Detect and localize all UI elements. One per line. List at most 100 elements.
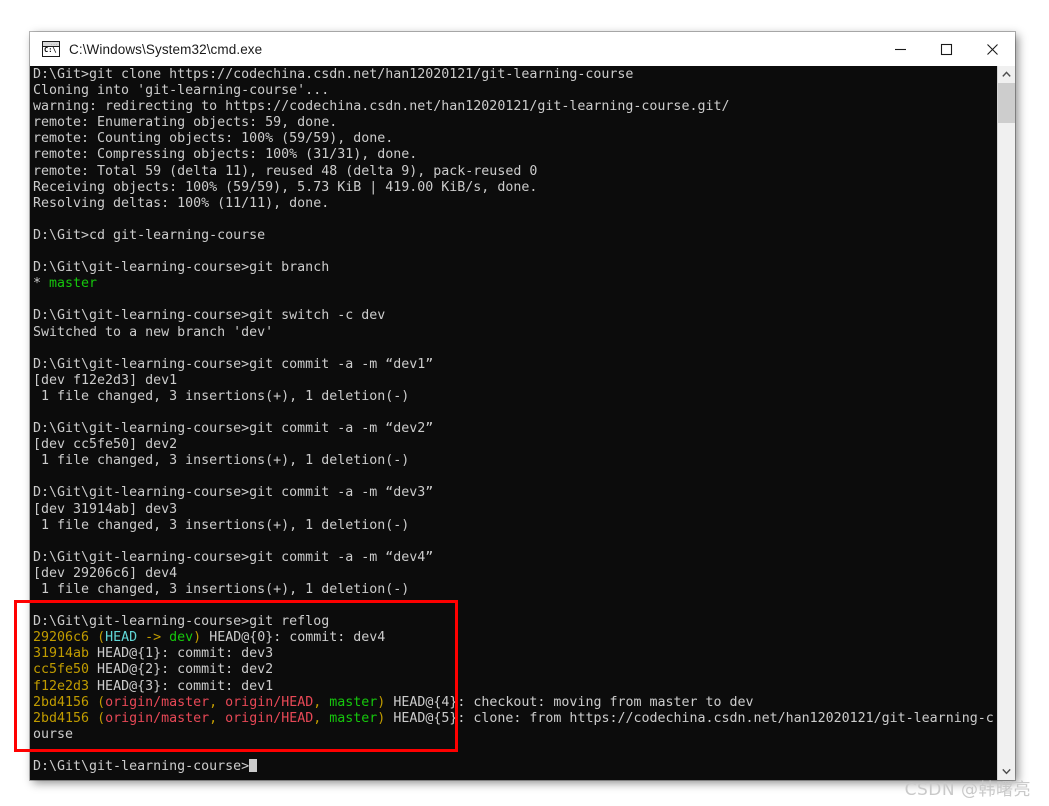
terminal-line: [dev cc5fe50] dev2 bbox=[33, 437, 993, 453]
terminal-line: remote: Compressing objects: 100% (31/31… bbox=[33, 147, 993, 163]
terminal-line: Receiving objects: 100% (59/59), 5.73 Ki… bbox=[33, 180, 993, 196]
terminal-text-segment: D:\Git\git-learning-course>git commit -a… bbox=[33, 421, 434, 437]
terminal-text-segment: , bbox=[209, 710, 226, 726]
minimize-button[interactable] bbox=[877, 32, 923, 66]
terminal-text-segment: D:\Git\git-learning-course>git commit -a… bbox=[33, 549, 434, 565]
console-output-area[interactable]: D:\Git>git clone https://codechina.csdn.… bbox=[30, 66, 1015, 780]
terminal-text-segment: -> bbox=[137, 630, 170, 646]
terminal-line: 2bd4156 (origin/master, origin/HEAD, mas… bbox=[33, 695, 993, 711]
terminal-line: Switched to a new branch 'dev' bbox=[33, 325, 993, 341]
maximize-button[interactable] bbox=[923, 32, 969, 66]
terminal-text-segment: 31914ab bbox=[33, 646, 90, 662]
terminal-text-segment: remote: Counting objects: 100% (59/59), … bbox=[33, 131, 394, 147]
terminal-line: f12e2d3 HEAD@{3}: commit: dev1 bbox=[33, 679, 993, 695]
terminal-text-segment: f12e2d3 bbox=[33, 678, 90, 694]
terminal-line: D:\Git\git-learning-course>git commit -a… bbox=[33, 485, 993, 501]
terminal-text-segment: D:\Git\git-learning-course> bbox=[33, 759, 250, 775]
terminal-text-segment: , bbox=[313, 694, 330, 710]
terminal-text: D:\Git>git clone https://codechina.csdn.… bbox=[33, 66, 994, 775]
cmd-console-icon: ··· C:\ bbox=[42, 41, 60, 57]
terminal-line: * master bbox=[33, 276, 993, 292]
terminal-text-segment: 1 file changed, 3 insertions(+), 1 delet… bbox=[33, 453, 410, 469]
terminal-text-segment: Resolving deltas: 100% (11/11), done. bbox=[33, 195, 330, 211]
terminal-text-segment: [dev 31914ab] dev3 bbox=[33, 501, 178, 517]
terminal-line: 2bd4156 (origin/master, origin/HEAD, mas… bbox=[33, 710, 994, 727]
terminal-text-segment: 29206c6 bbox=[33, 630, 90, 646]
terminal-line: Cloning into 'git-learning-course'... bbox=[33, 83, 993, 99]
terminal-text-segment: master bbox=[329, 694, 378, 710]
terminal-text-segment: [dev 29206c6] dev4 bbox=[33, 565, 178, 581]
scroll-up-arrow-icon[interactable] bbox=[998, 66, 1015, 83]
terminal-text-segment: origin/HEAD bbox=[225, 710, 314, 726]
terminal-text-segment: [dev f12e2d3] dev1 bbox=[33, 372, 178, 388]
scrollbar-track[interactable] bbox=[998, 123, 1015, 763]
terminal-text-segment: 2bd4156 bbox=[33, 710, 90, 726]
close-button[interactable] bbox=[969, 32, 1015, 66]
terminal-text-segment: * bbox=[33, 276, 50, 292]
terminal-text-segment: 1 file changed, 3 insertions(+), 1 delet… bbox=[33, 582, 410, 597]
terminal-text-segment: master bbox=[49, 276, 98, 292]
terminal-text-segment: D:\Git\git-learning-course>git switch -c… bbox=[33, 308, 386, 324]
csdn-watermark: CSDN @韩曙亮 bbox=[904, 780, 1031, 800]
terminal-text-segment: 2bd4156 bbox=[33, 694, 90, 710]
icon-prompt-text: C:\ bbox=[44, 46, 57, 54]
terminal-line: 1 file changed, 3 insertions(+), 1 delet… bbox=[33, 453, 993, 469]
terminal-line: D:\Git>cd git-learning-course bbox=[33, 228, 993, 244]
terminal-text-segment: dev bbox=[169, 630, 194, 646]
scrollbar-thumb[interactable] bbox=[998, 83, 1015, 123]
terminal-text-segment: cc5fe50 bbox=[33, 662, 90, 678]
terminal-line: [dev 31914ab] dev3 bbox=[33, 502, 993, 518]
vertical-scrollbar[interactable] bbox=[997, 66, 1015, 780]
terminal-text-segment: origin/HEAD bbox=[225, 694, 314, 710]
terminal-text-segment: , bbox=[209, 694, 226, 710]
terminal-line: 1 file changed, 3 insertions(+), 1 delet… bbox=[33, 582, 993, 598]
terminal-text-segment: D:\Git\git-learning-course>git reflog bbox=[33, 614, 330, 630]
page-background: ··· C:\ C:\Windows\System32\cmd.exe D:\G… bbox=[0, 0, 1049, 806]
terminal-text-segment: 1 file changed, 3 insertions(+), 1 delet… bbox=[33, 388, 410, 404]
terminal-line: [dev 29206c6] dev4 bbox=[33, 566, 993, 582]
terminal-text-segment: [dev cc5fe50] dev2 bbox=[33, 437, 178, 453]
terminal-text-segment: D:\Git\git-learning-course>git branch bbox=[33, 260, 330, 276]
terminal-line: 1 file changed, 3 insertions(+), 1 delet… bbox=[33, 389, 993, 405]
terminal-text-segment: master bbox=[329, 710, 378, 726]
terminal-line: D:\Git\git-learning-course>git reflog bbox=[33, 614, 993, 630]
terminal-line: D:\Git\git-learning-course>git commit -a… bbox=[33, 357, 993, 373]
terminal-text-segment: HEAD@{1}: commit: dev3 bbox=[89, 646, 274, 662]
terminal-text-segment: HEAD@{4}: checkout: moving from master t… bbox=[385, 694, 754, 710]
terminal-text-segment: HEAD@{0}: commit: dev4 bbox=[201, 630, 386, 646]
terminal-text-segment: HEAD@{3}: commit: dev1 bbox=[89, 678, 274, 694]
terminal-line: ourse bbox=[33, 727, 993, 743]
terminal-text-segment: D:\Git\git-learning-course>git commit -a… bbox=[33, 485, 434, 501]
terminal-text-segment: origin/master bbox=[105, 710, 210, 726]
terminal-text-segment: Receiving objects: 100% (59/59), 5.73 Ki… bbox=[33, 179, 538, 195]
terminal-text-segment: remote: Compressing objects: 100% (31/31… bbox=[33, 147, 418, 163]
terminal-line: D:\Git\git-learning-course>git switch -c… bbox=[33, 308, 993, 324]
terminal-line: D:\Git\git-learning-course>git branch bbox=[33, 260, 993, 276]
terminal-line: [dev f12e2d3] dev1 bbox=[33, 373, 993, 389]
window-title-text: C:\Windows\System32\cmd.exe bbox=[69, 41, 263, 57]
window-title-bar[interactable]: ··· C:\ C:\Windows\System32\cmd.exe bbox=[30, 32, 1015, 67]
terminal-line: Resolving deltas: 100% (11/11), done. bbox=[33, 196, 993, 212]
terminal-text-segment: warning: redirecting to https://codechin… bbox=[33, 99, 730, 115]
terminal-text-segment: ) bbox=[193, 630, 202, 646]
terminal-line: D:\Git\git-learning-course> bbox=[33, 759, 993, 775]
terminal-text-segment: ( bbox=[97, 630, 106, 646]
terminal-text-segment: D:\Git\git-learning-course>git commit -a… bbox=[33, 356, 434, 372]
terminal-line: 1 file changed, 3 insertions(+), 1 delet… bbox=[33, 518, 993, 534]
terminal-text-segment: Cloning into 'git-learning-course'... bbox=[33, 83, 330, 99]
terminal-line: remote: Total 59 (delta 11), reused 48 (… bbox=[33, 164, 993, 180]
terminal-text-segment: D:\Git>git clone https://codechina.csdn.… bbox=[33, 67, 634, 82]
terminal-line: cc5fe50 HEAD@{2}: commit: dev2 bbox=[33, 662, 993, 678]
terminal-line: remote: Counting objects: 100% (59/59), … bbox=[33, 131, 993, 147]
terminal-line: warning: redirecting to https://codechin… bbox=[33, 99, 993, 115]
